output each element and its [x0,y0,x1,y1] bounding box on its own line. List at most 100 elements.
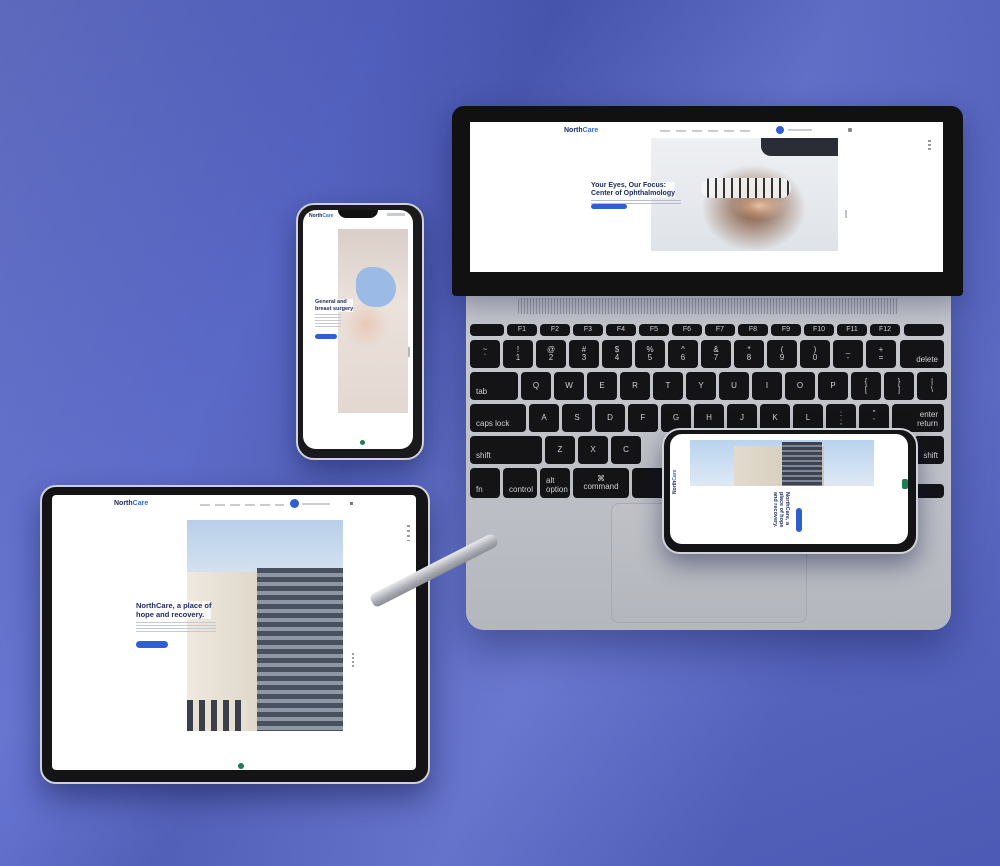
key-i[interactable]: I [752,372,782,400]
hero-heading-rotated: NorthCare, a place of hope and recovery. [772,492,790,528]
chat-widget-icon[interactable] [360,440,365,445]
chat-widget-icon[interactable] [902,479,908,489]
key-f8[interactable]: F8 [738,324,768,336]
key-punct-1-lower-label: ' [873,417,875,426]
key-`[interactable]: ~ ` [470,340,500,368]
site-logo[interactable]: NorthCare [114,500,148,507]
key-delete[interactable]: delete [900,340,944,368]
phone-notch [338,210,378,218]
key-`-lower-label: ` [483,353,487,362]
key-esc[interactable] [470,324,504,336]
key-r[interactable]: R [620,372,650,400]
hospital-entrance [187,700,247,731]
key-f9[interactable]: F9 [771,324,801,336]
hero-cta-button[interactable] [136,641,168,648]
key-q[interactable]: Q [521,372,551,400]
key-f8-label: F8 [748,326,758,334]
nav-phone-number[interactable] [302,503,330,505]
key-w[interactable]: W [554,372,584,400]
key-r-label: R [632,380,638,390]
slider-dots[interactable] [408,347,410,357]
key-bracket-2[interactable]: | \ [917,372,947,400]
key-power[interactable] [904,324,944,336]
key-f3[interactable]: F3 [573,324,603,336]
key-c[interactable]: C [611,436,641,464]
key-option[interactable]: alt option [540,468,570,498]
key-f11[interactable]: F11 [837,324,867,336]
key-command[interactable]: ⌘ command [573,468,629,498]
key-f7[interactable]: F7 [705,324,735,336]
key-7[interactable]: & 7 [701,340,731,368]
key-control-label: control [509,484,534,494]
slider-indicator[interactable] [845,210,847,218]
key-z[interactable]: Z [545,436,575,464]
key-f2[interactable]: F2 [540,324,570,336]
key-2[interactable]: @2 [536,340,566,368]
key-o[interactable]: O [785,372,815,400]
key-bracket-2-lower-label: \ [930,385,934,394]
key-shift-right[interactable]: shift [914,436,944,464]
slider-dots[interactable] [352,653,354,667]
nav-phone-number[interactable] [387,213,405,216]
key-a-label: A [541,412,547,422]
chat-widget-icon[interactable] [238,763,244,769]
social-icons[interactable] [407,525,410,541]
key-6[interactable]: ^ 6 [668,340,698,368]
rotated-logo[interactable]: NorthCare [672,454,679,494]
nav-phone-number[interactable] [788,129,812,131]
laptop-speaker-grille [518,298,898,314]
key-d[interactable]: D [595,404,625,432]
social-icons[interactable] [928,140,931,152]
hero-cta-button[interactable] [591,204,627,209]
key-8[interactable]: * 8 [734,340,764,368]
key-fn[interactable]: fn [470,468,500,498]
key-3[interactable]: #3 [569,340,599,368]
key-5-lower-label: 5 [647,353,653,362]
search-icon[interactable] [350,502,353,505]
key-p-label: P [830,380,836,390]
key-9[interactable]: (9 [767,340,797,368]
key-f6[interactable]: F6 [672,324,702,336]
key-h-label: H [706,412,712,422]
key-f1[interactable]: F1 [507,324,537,336]
key-f10[interactable]: F10 [804,324,834,336]
key-s-label: S [574,412,580,422]
site-logo[interactable]: NorthCare [564,127,598,134]
key-s[interactable]: S [562,404,592,432]
key-4[interactable]: $4 [602,340,632,368]
key-f10-label: F10 [812,326,826,334]
key-bracket-0[interactable]: {[ [851,372,881,400]
key-f5[interactable]: F5 [639,324,669,336]
hero-cta-button[interactable] [315,334,337,339]
key--[interactable]: _ - [833,340,863,368]
key-f[interactable]: F [628,404,658,432]
key-shift-left[interactable]: shift [470,436,542,464]
nav-menu-items[interactable] [660,130,750,132]
site-logo[interactable]: NorthCare [309,213,333,219]
key-bracket-1[interactable]: }] [884,372,914,400]
nav-menu-items[interactable] [200,504,284,506]
key-1[interactable]: ! 1 [503,340,533,368]
key-0[interactable]: ) 0 [800,340,830,368]
key-t[interactable]: T [653,372,683,400]
key-a[interactable]: A [529,404,559,432]
key-arrow-down[interactable] [914,484,944,498]
key-x[interactable]: X [578,436,608,464]
key-f7-label: F7 [715,326,725,334]
key-5[interactable]: % 5 [635,340,665,368]
key-u[interactable]: U [719,372,749,400]
search-icon[interactable] [848,128,852,132]
key-k-label: K [772,412,778,422]
hero-cta-button[interactable] [796,508,802,532]
key-control[interactable]: control [503,468,537,498]
key-f4[interactable]: F4 [606,324,636,336]
key-=[interactable]: + = [866,340,896,368]
key-tab[interactable]: tab [470,372,518,400]
landscape-phone-screen-website: NorthCare NorthCare, a place of hope and… [670,434,908,544]
key-e[interactable]: E [587,372,617,400]
key-bracket-1-lower-label: ] [897,385,901,394]
key-y[interactable]: Y [686,372,716,400]
key-caps-lock[interactable]: caps lock [470,404,526,432]
key-p[interactable]: P [818,372,848,400]
key-f12[interactable]: F12 [870,324,900,336]
